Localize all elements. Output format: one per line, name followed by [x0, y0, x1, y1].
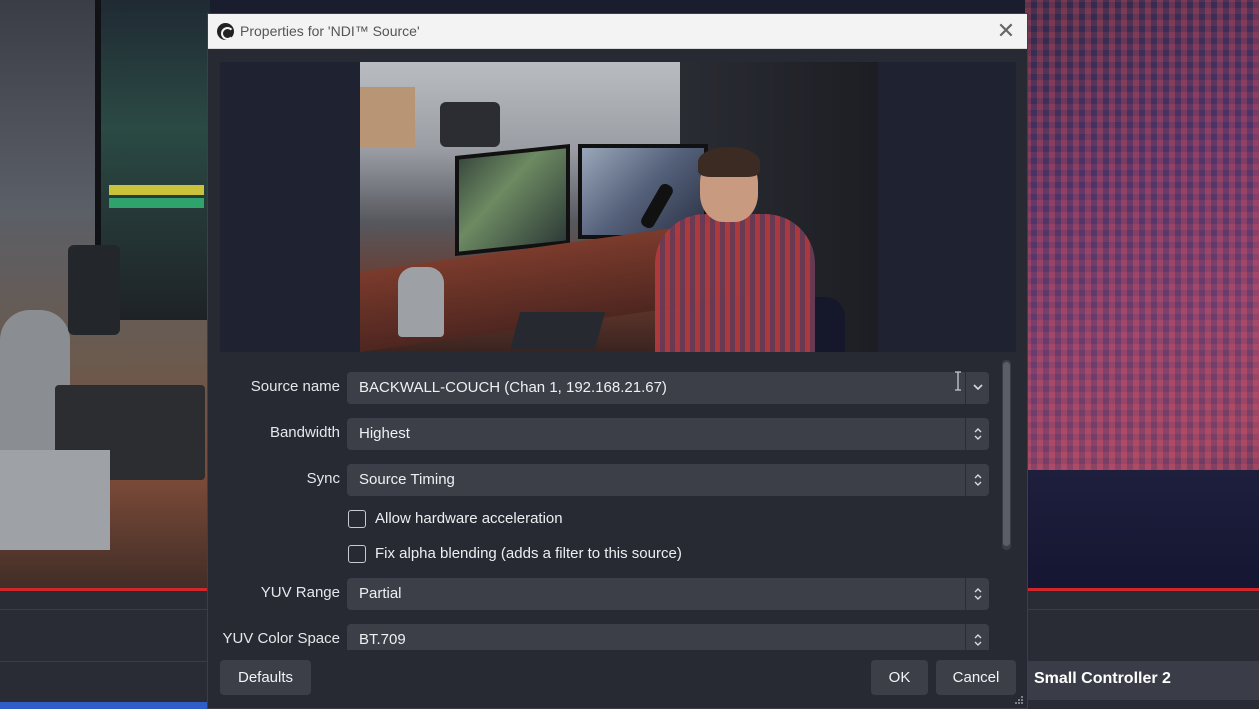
yuv-range-select[interactable]: Partial	[347, 578, 989, 610]
background-studio-left	[0, 0, 210, 600]
yuv-range-value: Partial	[359, 585, 402, 602]
yuv-range-label: YUV Range	[260, 584, 340, 601]
obs-logo-icon	[217, 23, 234, 40]
defaults-button[interactable]: Defaults	[220, 660, 311, 695]
chevron-down-icon[interactable]	[965, 372, 989, 404]
yuv-color-space-select[interactable]: BT.709	[347, 624, 989, 650]
properties-dialog: Properties for 'NDI™ Source' ✕ Source na…	[207, 13, 1028, 709]
close-icon[interactable]: ✕	[993, 18, 1019, 44]
cancel-button[interactable]: Cancel	[936, 660, 1016, 695]
source-preview-image	[360, 62, 878, 352]
preview-area	[220, 62, 1016, 352]
yuv-color-space-label: YUV Color Space	[222, 630, 340, 647]
ok-button[interactable]: OK	[871, 660, 928, 695]
bandwidth-label: Bandwidth	[269, 424, 340, 441]
source-name-label: Source name	[250, 378, 340, 395]
checkbox-box[interactable]	[348, 510, 366, 528]
sync-value: Source Timing	[359, 471, 455, 488]
background-camera-base	[0, 450, 110, 550]
up-down-arrows-icon[interactable]	[965, 624, 989, 650]
source-name-dropdown[interactable]: BACKWALL-COUCH (Chan 1, 192.168.21.67)	[347, 372, 989, 404]
checkbox-box[interactable]	[348, 545, 366, 563]
controller-label: Small Controller 2	[1034, 670, 1171, 687]
background-blue-strip	[0, 702, 210, 709]
dialog-titlebar[interactable]: Properties for 'NDI™ Source' ✕	[208, 14, 1027, 49]
source-name-value: BACKWALL-COUCH (Chan 1, 192.168.21.67)	[359, 379, 667, 396]
form-scrollbar[interactable]	[1002, 360, 1011, 550]
fix-alpha-label[interactable]: Fix alpha blending (adds a filter to thi…	[375, 545, 682, 562]
text-cursor-icon	[955, 371, 961, 391]
scrollbar-thumb[interactable]	[1003, 362, 1010, 546]
dialog-title: Properties for 'NDI™ Source'	[240, 23, 420, 39]
background-camera	[68, 245, 120, 335]
bandwidth-select[interactable]: Highest	[347, 418, 989, 450]
up-down-arrows-icon[interactable]	[965, 418, 989, 450]
sync-label: Sync	[306, 470, 340, 487]
screen: Small Controller 2 Properties for 'NDI™ …	[0, 0, 1259, 709]
bandwidth-value: Highest	[359, 425, 410, 442]
resize-grip-icon[interactable]	[1014, 695, 1024, 705]
sync-select[interactable]: Source Timing	[347, 464, 989, 496]
up-down-arrows-icon[interactable]	[965, 464, 989, 496]
background-person-right	[1025, 0, 1259, 590]
hw-accel-label[interactable]: Allow hardware acceleration	[375, 510, 563, 527]
yuv-color-space-value: BT.709	[359, 631, 406, 648]
up-down-arrows-icon[interactable]	[965, 578, 989, 610]
